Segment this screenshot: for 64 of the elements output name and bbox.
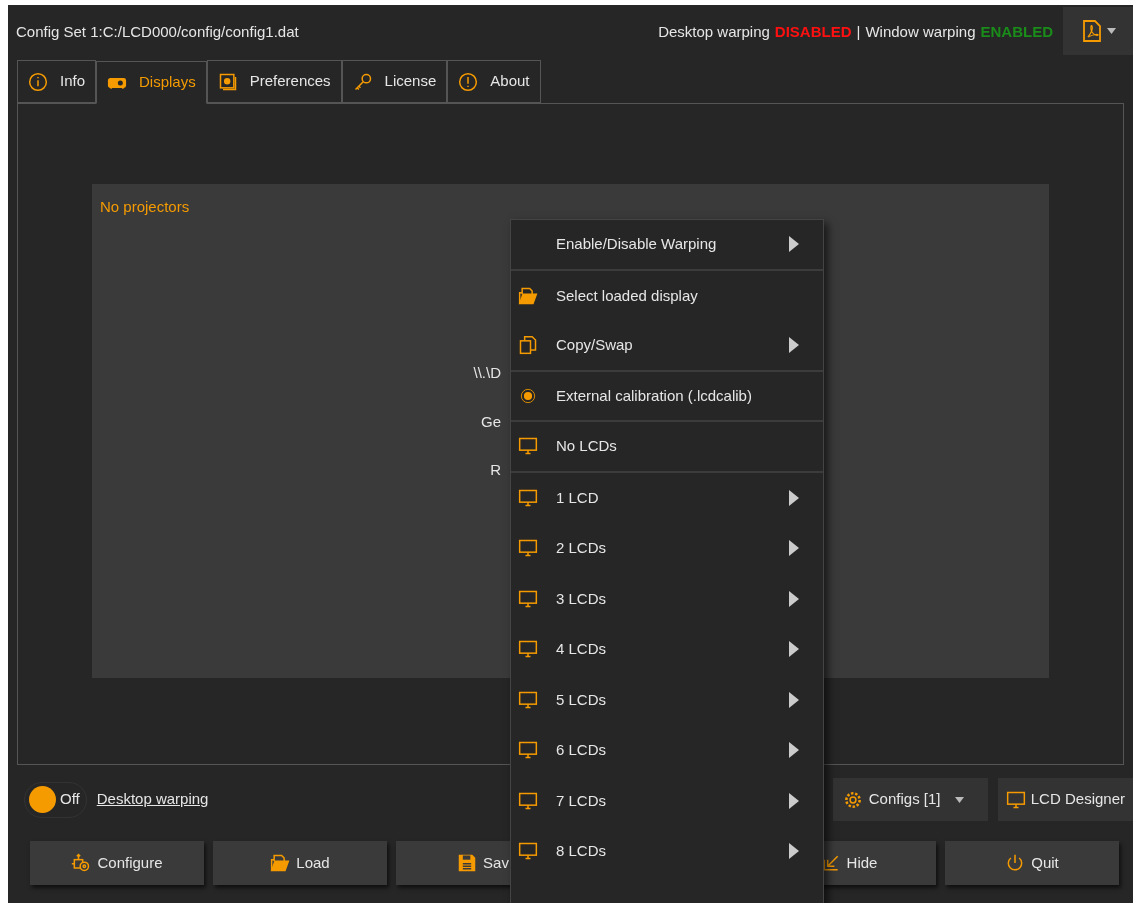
monitor-icon (518, 841, 538, 862)
menu-item[interactable]: 7 LCDs (511, 775, 823, 826)
menu-item[interactable]: 3 LCDs (511, 573, 823, 624)
monitor-icon (518, 436, 538, 457)
warping-status: | (856, 22, 861, 43)
info-icon (28, 71, 48, 92)
monitor-icon (1005, 789, 1026, 810)
config-path: Config Set 1:C:/LCD000/config/config1.dat (16, 22, 299, 43)
monitor-icon (518, 487, 538, 508)
copy-icon (518, 335, 538, 356)
folder-icon (518, 285, 538, 306)
menu-item[interactable]: 6 LCDs (511, 725, 823, 776)
submenu-arrow-icon (789, 590, 799, 607)
menu-item[interactable]: Enable/Disable Warping (511, 220, 823, 271)
menu-item[interactable]: 4 LCDs (511, 624, 823, 675)
submenu-arrow-icon (789, 540, 799, 557)
menu-item[interactable]: Select loaded display (511, 270, 823, 321)
configs-button[interactable]: Configs [1] (832, 778, 988, 821)
monitor-icon (518, 639, 538, 660)
pdf-button[interactable] (1063, 7, 1133, 55)
panel-message: No projectors (100, 197, 190, 217)
warping-status: DISABLED (774, 22, 852, 43)
monitor-icon (518, 588, 538, 609)
warping-status: ENABLED (980, 22, 1053, 43)
submenu-arrow-icon (789, 337, 799, 354)
menu-item[interactable]: 1 LCD (511, 472, 823, 523)
tab[interactable]: Displays (96, 61, 207, 104)
desktop-warping-link[interactable]: Desktop warping (96, 788, 209, 811)
tab[interactable]: Info (17, 60, 97, 103)
tab[interactable]: Preferences (206, 60, 342, 103)
pdf-file-icon (1080, 19, 1104, 43)
monitor-icon (518, 538, 538, 559)
menu-item[interactable]: Copy/Swap (511, 321, 823, 372)
tab[interactable]: License (341, 60, 448, 103)
submenu-arrow-icon (789, 489, 799, 506)
menu-item[interactable]: 2 LCDs (511, 523, 823, 574)
submenu-arrow-icon (789, 691, 799, 708)
folder-icon (270, 853, 291, 873)
lcd-designer-button[interactable]: LCD Designer (997, 778, 1133, 821)
display-info-text: R (490, 460, 501, 480)
action-button[interactable]: Load (213, 841, 387, 885)
submenu-arrow-icon (789, 843, 799, 860)
monitor-icon (518, 740, 538, 761)
menu-item[interactable]: No LCDs (511, 422, 823, 473)
action-button[interactable]: Quit (945, 841, 1119, 885)
submenu-arrow-icon (789, 641, 799, 658)
menu-item[interactable]: External calibration (.lcdcalib) (511, 371, 823, 422)
action-button[interactable]: Configure (30, 841, 204, 885)
display-info-text: \\.\D (473, 363, 501, 383)
caret-icon (1107, 28, 1116, 34)
monitor-icon (518, 689, 538, 710)
menu-item[interactable]: 5 LCDs (511, 674, 823, 725)
submenu-arrow-icon (789, 742, 799, 759)
key-icon (352, 71, 373, 92)
tab[interactable]: About (447, 60, 541, 103)
monitor-icon (518, 790, 538, 811)
display-info-text: Ge (481, 411, 501, 432)
submenu-arrow-icon (789, 236, 799, 253)
caret-icon (954, 796, 964, 803)
submenu-arrow-icon (789, 792, 799, 809)
warping-status: Window warping (865, 22, 976, 43)
exclamation-icon (458, 71, 479, 92)
configure-icon (71, 853, 92, 873)
warping-status: Desktop warping (658, 22, 770, 43)
